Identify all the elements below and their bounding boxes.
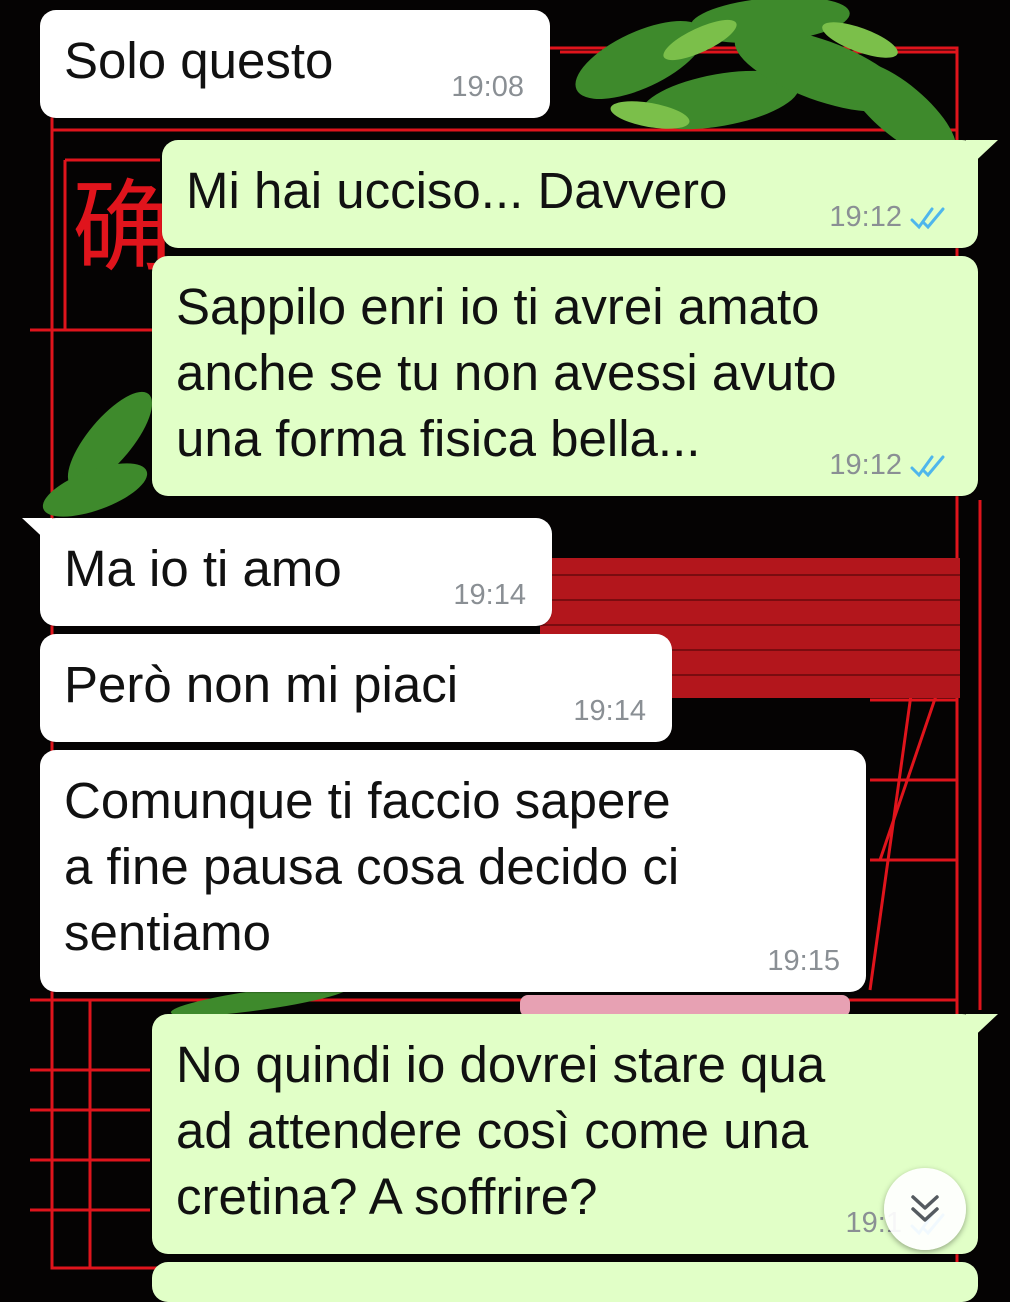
message-text: Però non mi piaci <box>64 656 459 713</box>
message-bubble-outgoing[interactable]: Sappilo enri io ti avrei amato anche se … <box>152 256 978 496</box>
message-text: Comunque ti faccio sapere a fine pausa c… <box>64 772 680 961</box>
message-text: Sappilo enri io ti avrei amato anche se … <box>176 278 837 467</box>
message-meta: 19:12 <box>829 201 952 234</box>
message-timestamp: 19:14 <box>573 695 646 727</box>
message-timestamp: 19:15 <box>767 945 840 977</box>
message-timestamp: 19:14 <box>453 579 526 611</box>
message-bubble-outgoing[interactable]: No quindi io dovrei stare qua ad attende… <box>152 1014 998 1254</box>
message-text: No quindi io dovrei stare qua ad attende… <box>176 1036 826 1225</box>
message-bubble-incoming[interactable]: Comunque ti faccio sapere a fine pausa c… <box>40 750 866 992</box>
double-check-read-icon <box>910 207 945 229</box>
message-timestamp: 19:08 <box>451 71 524 103</box>
message-timestamp: 19:12 <box>829 201 902 233</box>
bubble-tail <box>966 1014 998 1044</box>
message-meta: 19:08 <box>451 71 524 104</box>
message-bubble-incoming[interactable]: Solo questo 19:08 <box>40 10 550 118</box>
double-check-read-icon <box>910 455 945 477</box>
message-meta: 19:14 <box>573 695 646 728</box>
bubble-tail <box>22 518 52 546</box>
message-bubble-outgoing-partial[interactable] <box>152 1262 978 1302</box>
double-chevron-down-icon <box>911 1195 939 1222</box>
message-meta: 19:14 <box>453 579 526 612</box>
message-bubble-incoming[interactable]: Però non mi piaci 19:14 <box>40 634 672 742</box>
message-meta: 19:12 <box>829 449 952 482</box>
message-bubble-outgoing[interactable]: Mi hai ucciso... Davvero 19:12 <box>162 140 998 248</box>
message-bubble-incoming[interactable]: Ma io ti amo 19:14 <box>22 518 552 626</box>
scroll-to-bottom-button[interactable] <box>884 1168 966 1250</box>
message-timestamp: 19:12 <box>829 449 902 481</box>
message-meta: 19:15 <box>767 945 840 978</box>
bubble-tail <box>966 140 998 170</box>
